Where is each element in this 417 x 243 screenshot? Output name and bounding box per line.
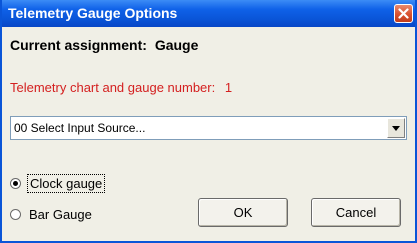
radio-bar-gauge[interactable]: Bar Gauge — [10, 207, 92, 222]
radio-button-checked[interactable] — [10, 178, 21, 189]
current-assignment-value: Gauge — [154, 37, 199, 53]
current-assignment: Current assignment: Gauge — [10, 37, 198, 53]
radio-bar-gauge-label: Bar Gauge — [29, 207, 92, 222]
title-bar[interactable]: Telemetry Gauge Options — [2, 0, 415, 27]
radio-button-unchecked[interactable] — [10, 209, 21, 220]
ok-button[interactable]: OK — [198, 198, 288, 227]
window-title: Telemetry Gauge Options — [8, 5, 178, 21]
input-source-select[interactable]: 00 Select Input Source... — [10, 116, 407, 140]
gauge-number-text: Telemetry chart and gauge number: 1 — [10, 80, 232, 95]
close-icon — [398, 8, 409, 19]
gauge-number-label: Telemetry chart and gauge number: — [10, 80, 216, 95]
dropdown-arrow-button[interactable] — [387, 118, 405, 138]
cancel-button[interactable]: Cancel — [311, 198, 401, 227]
gauge-number-value: 1 — [224, 80, 233, 95]
close-button[interactable] — [394, 4, 413, 23]
input-source-selected-value: 00 Select Input Source... — [14, 121, 146, 135]
radio-clock-gauge[interactable]: Clock gauge — [10, 174, 106, 193]
chevron-down-icon — [392, 125, 400, 131]
radio-clock-gauge-label: Clock gauge — [26, 174, 106, 193]
current-assignment-label: Current assignment: — [10, 37, 147, 53]
telemetry-gauge-options-dialog: Telemetry Gauge Options Current assignme… — [0, 0, 417, 243]
